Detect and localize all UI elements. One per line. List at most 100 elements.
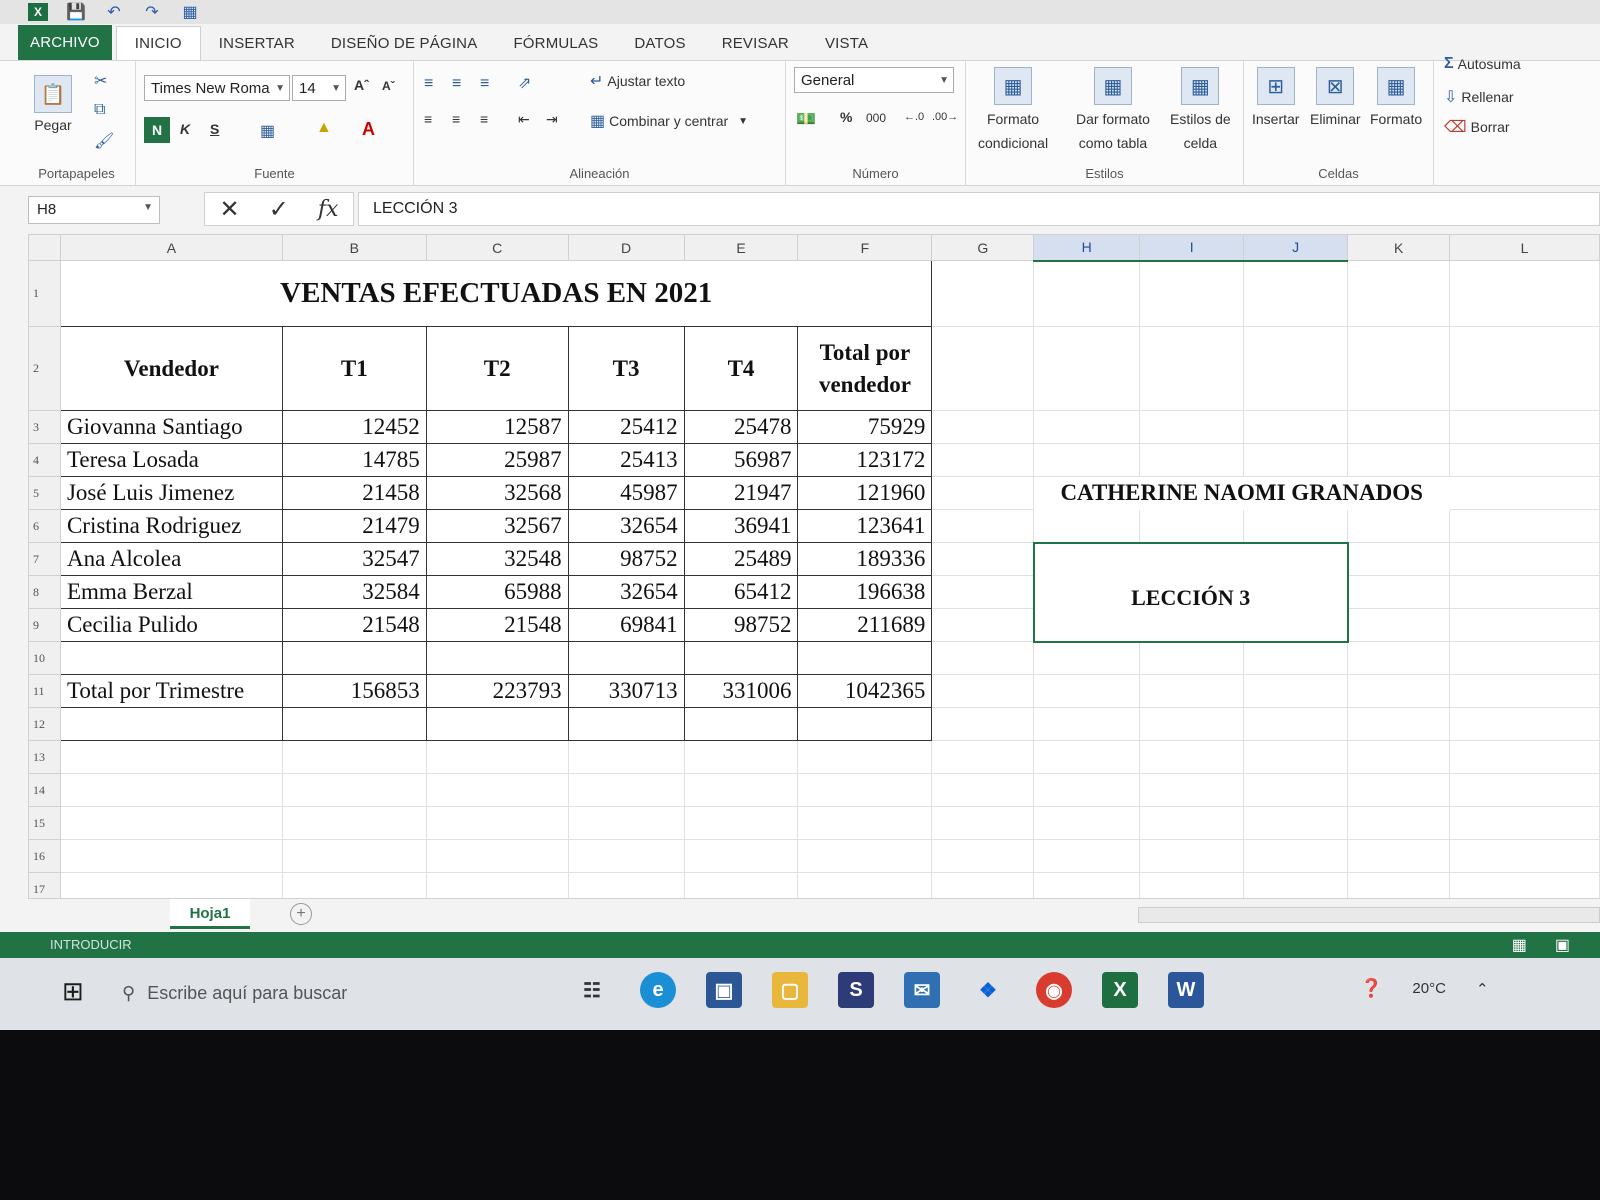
align-left-icon[interactable]: ≡ bbox=[424, 111, 432, 127]
cell[interactable] bbox=[683, 872, 799, 898]
orientation-icon[interactable]: ⇗ bbox=[518, 73, 531, 93]
cell[interactable] bbox=[1347, 443, 1451, 477]
row-header[interactable]: 1 bbox=[28, 260, 61, 327]
cell[interactable] bbox=[1347, 260, 1451, 327]
app-s-icon[interactable]: S bbox=[838, 972, 874, 1008]
clear-button[interactable]: ⌫ Borrar bbox=[1444, 117, 1510, 137]
fill-button[interactable]: ⇩ Rellenar bbox=[1444, 87, 1514, 107]
value-cell[interactable]: 32568 bbox=[425, 476, 569, 510]
cell[interactable] bbox=[1347, 575, 1451, 609]
cell[interactable] bbox=[59, 806, 283, 840]
underline-button[interactable]: S bbox=[210, 121, 219, 137]
vendor-cell[interactable]: Cristina Rodriguez bbox=[59, 509, 283, 543]
increase-font-icon[interactable]: Aˆ bbox=[354, 77, 369, 93]
cell[interactable] bbox=[1243, 410, 1349, 444]
delete-cells-button[interactable]: ⊠ Eliminar bbox=[1310, 67, 1361, 129]
cell[interactable] bbox=[567, 740, 685, 774]
align-middle-icon[interactable]: ≡ bbox=[452, 75, 461, 93]
cell[interactable] bbox=[1347, 740, 1451, 774]
cell[interactable] bbox=[1243, 260, 1349, 327]
total-cell[interactable]: 211689 bbox=[797, 608, 933, 642]
value-cell[interactable]: 56987 bbox=[683, 443, 799, 477]
word-taskbar-icon[interactable]: W bbox=[1168, 972, 1204, 1008]
vendor-cell[interactable]: Giovanna Santiago bbox=[59, 410, 283, 444]
format-as-table-button[interactable]: ▦ Dar formato como tabla bbox=[1076, 67, 1150, 153]
align-top-icon[interactable]: ≡ bbox=[424, 75, 433, 93]
paste-button[interactable]: 📋 Pegar bbox=[34, 75, 72, 133]
copy-icon[interactable]: ⧉ bbox=[94, 101, 105, 119]
value-cell[interactable]: 98752 bbox=[567, 542, 685, 576]
redo-icon[interactable]: ↷ bbox=[142, 3, 162, 21]
row-header[interactable]: 3 bbox=[28, 410, 61, 444]
value-cell[interactable]: 21479 bbox=[281, 509, 427, 543]
header-cell[interactable]: T1 bbox=[281, 326, 427, 411]
row-header[interactable]: 7 bbox=[28, 542, 61, 576]
cell[interactable] bbox=[1347, 839, 1451, 873]
cell[interactable] bbox=[931, 326, 1035, 411]
dropbox-icon[interactable]: ❖ bbox=[970, 972, 1006, 1008]
cell[interactable] bbox=[1449, 707, 1600, 741]
author-name-cell[interactable]: CATHERINE NAOMI GRANADOS bbox=[1033, 476, 1451, 510]
cell[interactable] bbox=[1033, 839, 1141, 873]
cell[interactable] bbox=[1033, 740, 1141, 774]
row-header[interactable]: 12 bbox=[28, 707, 61, 741]
cell[interactable] bbox=[683, 641, 799, 675]
cell[interactable] bbox=[1449, 872, 1600, 898]
decrease-indent-icon[interactable]: ⇤ bbox=[518, 111, 530, 128]
normal-view-icon[interactable]: ▦ bbox=[1512, 935, 1527, 955]
cell[interactable] bbox=[931, 707, 1035, 741]
cell[interactable] bbox=[1449, 806, 1600, 840]
cell[interactable] bbox=[281, 839, 427, 873]
cell[interactable] bbox=[1449, 410, 1600, 444]
cell[interactable] bbox=[797, 806, 933, 840]
value-cell[interactable]: 25987 bbox=[425, 443, 569, 477]
row-header[interactable]: 5 bbox=[28, 476, 61, 510]
value-cell[interactable]: 32584 bbox=[281, 575, 427, 609]
cell[interactable] bbox=[797, 773, 933, 807]
align-center-icon[interactable]: ≡ bbox=[452, 111, 460, 127]
quarter-total-cell[interactable]: 223793 bbox=[425, 674, 569, 708]
column-header[interactable]: D bbox=[567, 234, 685, 261]
horizontal-scrollbar[interactable] bbox=[1138, 907, 1600, 923]
decrease-decimal-icon[interactable]: .00→ bbox=[932, 111, 958, 123]
page-layout-icon[interactable]: ▣ bbox=[1555, 935, 1570, 955]
cell-styles-button[interactable]: ▦ Estilos de celda bbox=[1170, 67, 1231, 153]
value-cell[interactable]: 32567 bbox=[425, 509, 569, 543]
total-cell[interactable]: 75929 bbox=[797, 410, 933, 444]
cell[interactable] bbox=[1449, 641, 1600, 675]
cancel-icon[interactable]: ✕ bbox=[220, 195, 240, 224]
cell[interactable] bbox=[1449, 839, 1600, 873]
row-header[interactable]: 11 bbox=[28, 674, 61, 708]
value-cell[interactable]: 21548 bbox=[281, 608, 427, 642]
column-header[interactable]: H bbox=[1033, 234, 1141, 262]
cell[interactable] bbox=[1139, 326, 1245, 411]
italic-button[interactable]: K bbox=[180, 121, 190, 137]
cell[interactable] bbox=[281, 641, 427, 675]
cell[interactable] bbox=[931, 575, 1035, 609]
thousands-button[interactable]: 000 bbox=[866, 111, 886, 125]
cell[interactable] bbox=[1033, 326, 1141, 411]
task-view-icon[interactable]: ☷ bbox=[574, 972, 610, 1008]
totals-label-cell[interactable]: Total por Trimestre bbox=[59, 674, 283, 708]
format-painter-icon[interactable]: 🖌 bbox=[94, 131, 114, 151]
total-cell[interactable]: 121960 bbox=[797, 476, 933, 510]
cell[interactable] bbox=[1033, 410, 1141, 444]
edge-icon[interactable]: e bbox=[640, 972, 676, 1008]
header-cell[interactable]: Total por vendedor bbox=[797, 326, 933, 411]
value-cell[interactable]: 21947 bbox=[683, 476, 799, 510]
check-icon[interactable]: ✓ bbox=[269, 195, 289, 224]
cell[interactable] bbox=[1139, 773, 1245, 807]
cell[interactable] bbox=[425, 839, 569, 873]
header-cell[interactable]: T2 bbox=[425, 326, 569, 411]
cell[interactable] bbox=[1347, 542, 1451, 576]
value-cell[interactable]: 21458 bbox=[281, 476, 427, 510]
value-cell[interactable]: 25413 bbox=[567, 443, 685, 477]
cell[interactable] bbox=[425, 872, 569, 898]
row-header[interactable]: 16 bbox=[28, 839, 61, 873]
lesson-cell[interactable]: LECCIÓN 3 bbox=[1032, 541, 1349, 643]
header-cell[interactable]: T3 bbox=[567, 326, 685, 411]
cell[interactable] bbox=[1033, 806, 1141, 840]
cell[interactable] bbox=[931, 476, 1035, 510]
taskbar-search[interactable]: ⚲ Escribe aquí para buscar bbox=[110, 970, 530, 1016]
column-header[interactable]: K bbox=[1347, 234, 1451, 261]
